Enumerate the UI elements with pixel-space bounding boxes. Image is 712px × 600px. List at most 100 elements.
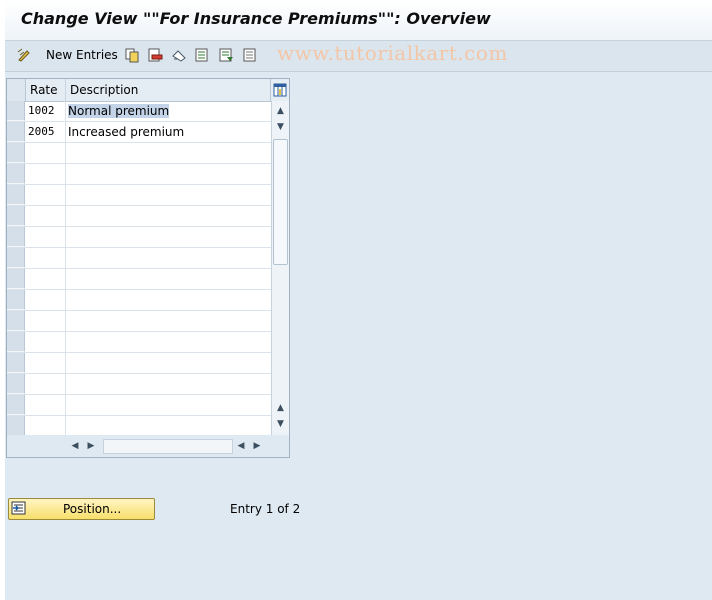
description-cell[interactable] [66,206,271,226]
description-cell[interactable]: Increased premium [66,122,271,142]
position-button[interactable]: Position... [8,498,155,520]
horizontal-scrollbar[interactable] [103,439,233,454]
scroll-left-icon[interactable]: ◀ [69,439,81,453]
table-row[interactable] [7,248,271,269]
rate-cell[interactable] [26,185,66,205]
select-block-icon[interactable] [217,46,235,64]
rate-cell[interactable] [26,164,66,184]
column-header-rate[interactable]: Rate [26,79,66,101]
rate-cell[interactable] [26,206,66,226]
rate-cell[interactable] [26,395,66,415]
row-selector[interactable] [7,395,25,415]
rate-cell[interactable] [26,143,66,163]
description-cell[interactable] [66,290,271,310]
description-cell[interactable] [66,332,271,352]
change-display-icon[interactable] [15,46,33,64]
position-icon [11,500,27,516]
table-row[interactable] [7,374,271,395]
title-bar: Change View ""For Insurance Premiums"": … [5,0,712,41]
description-cell[interactable] [66,374,271,394]
table-row[interactable]: 1002 Normal premium [7,101,271,122]
table-row[interactable] [7,164,271,185]
rate-cell[interactable]: 2005 [26,122,66,142]
scroll-page-up-icon[interactable]: ▲ [272,401,289,415]
description-cell[interactable] [66,227,271,247]
application-toolbar: New Entries www.tutorialkart.com [5,41,712,72]
description-cell[interactable] [66,311,271,331]
row-selector[interactable] [7,227,25,247]
description-cell[interactable] [66,416,271,435]
rate-cell[interactable] [26,332,66,352]
new-entries-button[interactable]: New Entries [46,48,118,62]
scroll-up-icon[interactable]: ▲ [272,104,289,118]
description-cell[interactable] [66,353,271,373]
undo-icon[interactable] [170,46,188,64]
rate-cell[interactable] [26,353,66,373]
scroll-left-icon-2[interactable]: ◀ [235,439,247,453]
row-selector[interactable] [7,101,25,121]
table-row[interactable]: 2005 Increased premium [7,122,271,143]
description-cell[interactable] [66,248,271,268]
scroll-right-icon-2[interactable]: ▶ [251,439,263,453]
row-selector[interactable] [7,374,25,394]
row-selector[interactable] [7,332,25,352]
row-selector[interactable] [7,185,25,205]
table-row[interactable] [7,143,271,164]
column-header-description[interactable]: Description [66,79,271,101]
rate-cell[interactable] [26,248,66,268]
table-row[interactable] [7,395,271,416]
position-button-label: Position... [63,502,122,516]
vertical-scrollbar[interactable]: ▲ ▼ ▲ ▼ [271,101,289,435]
page-title: Change View ""For Insurance Premiums"": … [21,9,491,28]
table-header: Rate Description [7,79,271,102]
rate-cell[interactable] [26,227,66,247]
table-row[interactable] [7,290,271,311]
table-row[interactable] [7,269,271,290]
select-all-icon[interactable] [193,46,211,64]
horizontal-scroll-area: ◀ ▶ ◀ ▶ [7,435,288,457]
row-selector[interactable] [7,353,25,373]
description-cell[interactable] [66,143,271,163]
scroll-thumb[interactable] [273,139,288,265]
scroll-right-icon[interactable]: ▶ [85,439,97,453]
table-row[interactable] [7,311,271,332]
description-text: Increased premium [68,125,185,139]
rate-cell[interactable] [26,311,66,331]
scroll-page-down-icon[interactable]: ▼ [272,120,289,134]
row-selector[interactable] [7,416,25,435]
rate-cell[interactable]: 1002 [26,101,66,121]
table-row[interactable] [7,416,271,435]
scroll-down-icon[interactable]: ▼ [272,417,289,431]
description-cell[interactable] [66,185,271,205]
row-selector[interactable] [7,122,25,142]
row-selector[interactable] [7,206,25,226]
table-control: Rate Description 1002 Normal premium 2005 I… [6,78,290,458]
rate-cell[interactable] [26,269,66,289]
column-config-icon[interactable] [270,79,289,101]
table-row[interactable] [7,185,271,206]
description-cell[interactable] [66,395,271,415]
row-selector[interactable] [7,248,25,268]
description-cell[interactable] [66,269,271,289]
rate-cell[interactable] [26,416,66,435]
deselect-all-icon[interactable] [241,46,259,64]
entry-status: Entry 1 of 2 [230,502,301,516]
row-selector[interactable] [7,164,25,184]
row-selector[interactable] [7,143,25,163]
description-cell[interactable]: Normal premium [66,101,271,121]
row-selector[interactable] [7,290,25,310]
table-row[interactable] [7,353,271,374]
table-row[interactable] [7,206,271,227]
description-cell[interactable] [66,164,271,184]
table-row[interactable] [7,227,271,248]
select-all-rows-handle[interactable] [7,79,26,101]
table-grid: Rate Description 1002 Normal premium 2005 I… [7,79,271,435]
rate-cell[interactable] [26,374,66,394]
table-row[interactable] [7,332,271,353]
row-selector[interactable] [7,311,25,331]
rate-cell[interactable] [26,290,66,310]
window-frame [0,0,5,600]
row-selector[interactable] [7,269,25,289]
copy-icon[interactable] [123,46,141,64]
delete-icon[interactable] [146,46,164,64]
